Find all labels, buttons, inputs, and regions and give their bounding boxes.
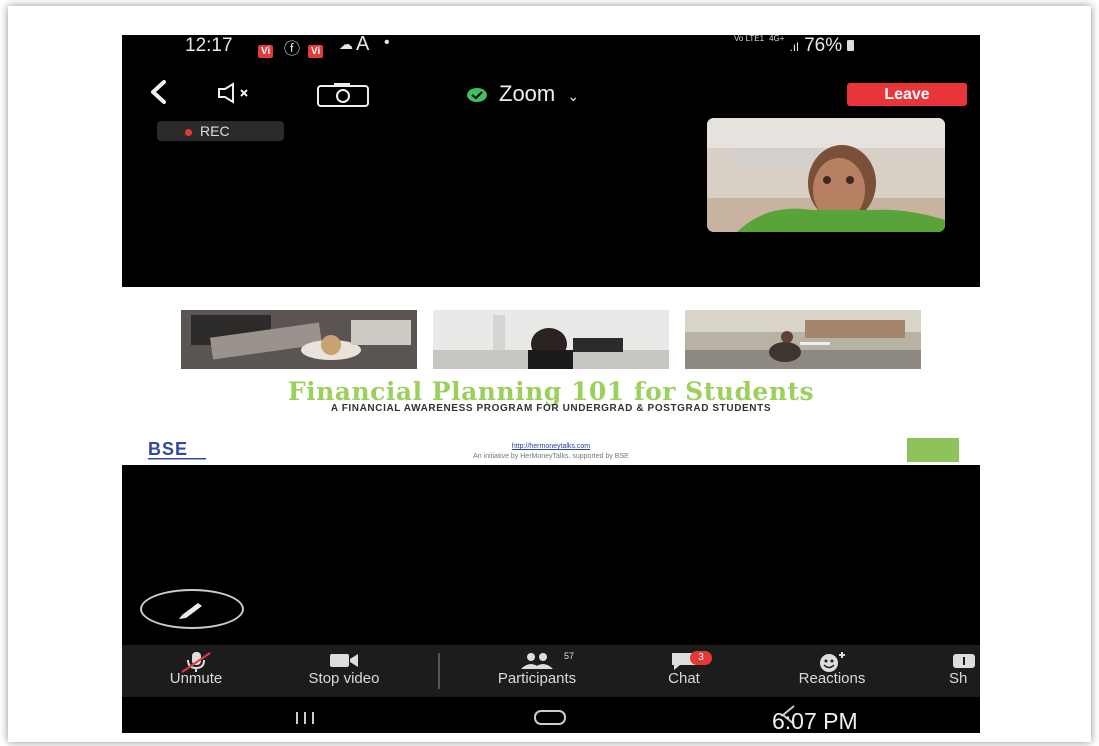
status-bar: 12:17 Vi ⓕ Vi ☁ A • Vo LTE1 4G+ .ıl 76% bbox=[122, 35, 980, 59]
record-dot-icon bbox=[185, 128, 192, 136]
shield-icon bbox=[467, 88, 487, 103]
back-button[interactable] bbox=[144, 77, 174, 112]
recent-apps-button[interactable] bbox=[294, 711, 316, 730]
recent-apps-icon bbox=[296, 712, 314, 724]
slide-title: Financial Planning 101 for Students bbox=[287, 377, 815, 406]
slide-subtitle: A FINANCIAL AWARENESS PROGRAM FOR UNDERG… bbox=[330, 403, 772, 414]
annotate-button[interactable] bbox=[140, 589, 244, 629]
chevron-left-icon bbox=[151, 80, 166, 104]
phone-screen: 12:17 Vi ⓕ Vi ☁ A • Vo LTE1 4G+ .ıl 76% Z… bbox=[122, 35, 980, 733]
switch-camera-icon bbox=[317, 83, 369, 107]
slide-initiative: An initiative by HerMoneyTalks, supporte… bbox=[473, 453, 629, 460]
hermoneytalks-logo bbox=[907, 438, 959, 462]
battery-percent: 76% bbox=[804, 35, 843, 56]
unmute-button[interactable]: Unmute bbox=[142, 645, 250, 697]
cloud-icon: ☁ bbox=[339, 36, 353, 52]
overlay-clock: 6:07 PM bbox=[772, 708, 858, 733]
chevron-down-icon: ⌄ bbox=[567, 88, 580, 104]
student-photo bbox=[685, 310, 921, 369]
status-time: 12:17 bbox=[185, 35, 233, 56]
stop-video-button[interactable]: Stop video bbox=[282, 645, 406, 697]
switch-camera-button[interactable] bbox=[316, 82, 370, 112]
recording-indicator: REC bbox=[157, 121, 284, 141]
meeting-title-dropdown[interactable]: Zoom ⌄ bbox=[467, 81, 579, 107]
stop-video-label: Stop video bbox=[308, 670, 380, 687]
shared-screen-slide: Financial Planning 101 for Students A FI… bbox=[122, 287, 980, 465]
facebook-icon: ⓕ bbox=[284, 41, 301, 58]
participant-video bbox=[707, 118, 945, 232]
leave-button[interactable]: Leave bbox=[847, 83, 967, 106]
pencil-icon bbox=[179, 603, 202, 619]
dot-icon: • bbox=[384, 35, 390, 51]
chat-button[interactable]: 3 Chat bbox=[644, 645, 724, 697]
slide-link: http://hermoneytalks.com bbox=[511, 443, 591, 450]
unmute-label: Unmute bbox=[169, 670, 223, 687]
participants-icon bbox=[521, 653, 553, 669]
desk-photo bbox=[181, 310, 417, 369]
meeting-controls-bar: Unmute Stop video 57 Participants 3 Chat… bbox=[122, 645, 980, 697]
home-button[interactable] bbox=[532, 709, 568, 732]
share-label: Sh bbox=[949, 670, 968, 687]
participant-count: 57 bbox=[564, 651, 575, 661]
meeting-title: Zoom bbox=[499, 81, 556, 106]
participants-label: Participants bbox=[497, 670, 577, 687]
signal-icon: .ıl bbox=[789, 40, 799, 54]
a-logo-icon: A bbox=[356, 35, 370, 55]
reactions-label: Reactions bbox=[798, 670, 866, 687]
battery-icon bbox=[847, 40, 855, 51]
volte-icon: Vo LTE1 bbox=[734, 35, 765, 43]
self-video-thumbnail[interactable] bbox=[707, 118, 945, 232]
home-icon bbox=[534, 710, 566, 725]
share-button[interactable]: Sh bbox=[940, 645, 980, 697]
vi-icon: Vi bbox=[308, 38, 324, 60]
speaker-off-button[interactable] bbox=[215, 81, 269, 111]
office-photo bbox=[433, 310, 669, 369]
chat-unread-badge: 3 bbox=[690, 651, 712, 665]
4g-icon: 4G+ bbox=[769, 35, 785, 43]
reactions-button[interactable]: Reactions bbox=[770, 645, 894, 697]
rec-label: REC bbox=[200, 123, 230, 139]
chat-label: Chat bbox=[668, 670, 700, 687]
video-camera-icon bbox=[330, 654, 358, 667]
toolbar-divider bbox=[438, 653, 440, 689]
speaker-off-icon bbox=[218, 82, 248, 104]
status-right: Vo LTE1 4G+ .ıl 76% bbox=[734, 35, 855, 57]
participants-button[interactable]: 57 Participants bbox=[464, 645, 610, 697]
vi-icon: Vi bbox=[258, 38, 274, 60]
share-icon bbox=[953, 654, 975, 668]
